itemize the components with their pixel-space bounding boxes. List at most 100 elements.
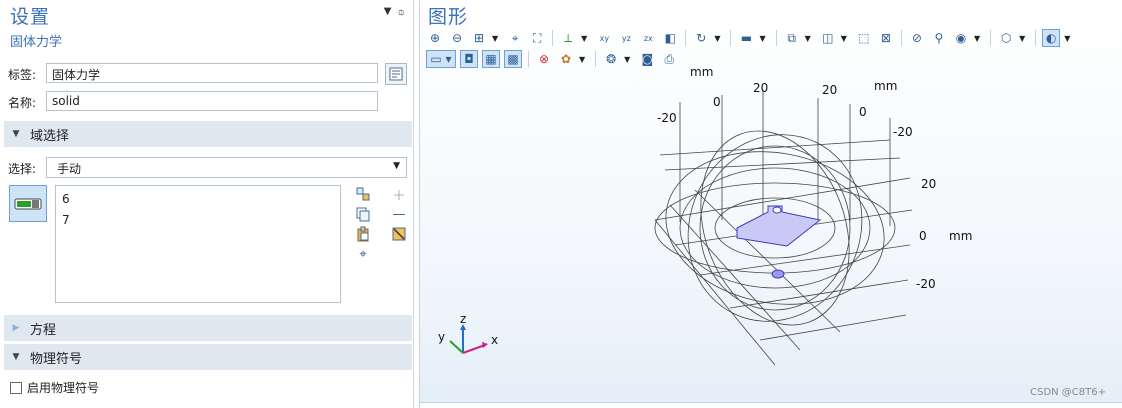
clear-selection-icon[interactable]: [390, 225, 408, 243]
collapse-icon: ▼: [12, 352, 20, 362]
rotate-icon[interactable]: ↻: [692, 29, 710, 47]
select-objects-icon[interactable]: ⧉: [783, 29, 801, 47]
graphics-panel: 图形 ⊕ ⊖ ⊞ ▼ ⌖ ⛶ ⟂ ▼ xy yz zx ◧ ↻ ▼ ▬ ▼ ⧉ ▼ ◫ ▼ …: [419, 0, 1122, 408]
light-icon[interactable]: ◐: [1042, 29, 1061, 47]
axis-unit-label: mm: [949, 229, 972, 243]
list-item[interactable]: 7: [62, 210, 334, 231]
watermark: CSDN @C8T6+: [1030, 387, 1106, 398]
axis-unit-label: mm: [874, 79, 897, 93]
section-domain-selection[interactable]: ▼ 域选择: [4, 121, 412, 147]
zx-view-icon[interactable]: zx: [639, 29, 657, 47]
active-toggle-button[interactable]: [9, 185, 47, 222]
copy-selection-icon[interactable]: [354, 185, 372, 203]
select-box-icon[interactable]: ⬚: [855, 29, 873, 47]
selected-domain-hole: [772, 206, 782, 214]
triad-x-label: x: [491, 333, 498, 347]
chevron-down-icon[interactable]: ▼: [714, 34, 720, 43]
list-item[interactable]: 6: [62, 189, 334, 210]
axis-unit-label: mm: [690, 65, 713, 79]
chevron-down-icon[interactable]: ▼: [841, 34, 847, 43]
eye-icon[interactable]: ◉: [952, 29, 970, 47]
tick-label: -20: [657, 111, 677, 125]
settings-panel: 设置 ▼ ⯐ 固体力学 标签: 固体力学 名称: solid ▼ 域选择 选择:…: [0, 0, 414, 408]
collapse-icon: ▼: [12, 129, 20, 139]
xy-view-icon[interactable]: xy: [595, 29, 613, 47]
chevron-down-icon[interactable]: ▼: [581, 34, 587, 43]
select-caption: 选择:: [8, 162, 37, 176]
coordinate-triad: z x y: [438, 312, 498, 354]
selected-domain-marker[interactable]: [771, 269, 785, 279]
remove-icon[interactable]: —: [390, 205, 408, 223]
duplicate-icon[interactable]: [354, 205, 372, 223]
zoom-to-selection-icon[interactable]: ⌖: [354, 245, 372, 263]
section-physics-symbols[interactable]: ▼ 物理符号: [4, 344, 412, 370]
notes-button[interactable]: [385, 63, 407, 85]
section-title: 物理符号: [30, 351, 83, 367]
select-domain-icon[interactable]: ◫: [819, 29, 837, 47]
add-icon[interactable]: ＋: [390, 185, 408, 204]
chevron-down-icon: ▼: [393, 161, 400, 171]
hide-icon[interactable]: ⊘: [908, 29, 926, 47]
show-icon[interactable]: ⚲: [930, 29, 948, 47]
chevron-down-icon[interactable]: ▼: [1064, 34, 1070, 43]
separator: [685, 30, 687, 46]
notes-icon: [389, 67, 403, 81]
settings-title: 设置: [10, 6, 51, 28]
tick-label: -20: [916, 277, 936, 291]
tick-label: 20: [753, 81, 768, 95]
enable-physics-symbols-checkbox[interactable]: [10, 381, 22, 394]
camera-view-icon[interactable]: ◧: [661, 29, 679, 47]
separator: [552, 30, 554, 46]
name-caption: 名称:: [8, 96, 37, 110]
tick-label: 20: [822, 83, 837, 97]
tick-label: 0: [859, 105, 867, 119]
zoom-out-icon[interactable]: ⊖: [448, 29, 466, 47]
expand-icon: ▶: [12, 323, 20, 333]
pin-icon[interactable]: ⯐: [398, 6, 406, 23]
tick-label: 0: [919, 229, 927, 243]
domain-list[interactable]: 6 7: [55, 185, 341, 303]
label-field[interactable]: 固体力学: [46, 63, 378, 83]
graphics-toolbar-row-1: ⊕ ⊖ ⊞ ▼ ⌖ ⛶ ⟂ ▼ xy yz zx ◧ ↻ ▼ ▬ ▼ ⧉ ▼ ◫ ▼ ⬚ ⊠…: [426, 28, 1078, 48]
wireframe-icon[interactable]: ⬡: [997, 29, 1015, 47]
separator: [730, 30, 732, 46]
tick-label: -20: [893, 125, 913, 139]
selection-dropdown[interactable]: 手动 ▼: [46, 157, 407, 178]
triad-z-label: z: [460, 312, 466, 326]
panel-bottom-edge: [420, 402, 1122, 408]
separator: [900, 30, 902, 46]
separator: [1035, 30, 1037, 46]
chevron-down-icon[interactable]: ▼: [1019, 34, 1025, 43]
section-title: 方程: [30, 322, 57, 338]
panel-menu-icon[interactable]: ▼: [384, 6, 392, 23]
chevron-down-icon[interactable]: ▼: [805, 34, 811, 43]
axes-view-icon[interactable]: ⟂: [559, 29, 577, 47]
tick-label: 0: [713, 95, 721, 109]
enable-physics-symbols-row[interactable]: 启用物理符号: [10, 379, 99, 396]
separator: [775, 30, 777, 46]
label-caption: 标签:: [8, 68, 37, 82]
selection-value: 手动: [57, 162, 82, 176]
select-boundary-icon[interactable]: ▬: [737, 29, 755, 47]
chevron-down-icon[interactable]: ▼: [759, 34, 765, 43]
chevron-down-icon[interactable]: ▼: [492, 34, 498, 43]
clear-selection-icon[interactable]: ⊠: [877, 29, 895, 47]
tick-label: 20: [921, 177, 936, 191]
chevron-down-icon[interactable]: ▼: [974, 34, 980, 43]
yz-view-icon[interactable]: yz: [617, 29, 635, 47]
paste-icon[interactable]: [354, 225, 372, 243]
section-equation[interactable]: ▶ 方程: [4, 315, 412, 341]
center-icon[interactable]: ⌖: [506, 29, 524, 47]
checkbox-label: 启用物理符号: [27, 381, 100, 395]
panel-controls: ▼ ⯐: [384, 6, 405, 23]
section-title: 域选择: [30, 128, 70, 144]
graphics-title: 图形: [428, 6, 469, 28]
zoom-extents-icon[interactable]: ⛶: [528, 29, 546, 47]
name-field[interactable]: solid: [46, 91, 378, 111]
zoom-in-icon[interactable]: ⊕: [426, 29, 444, 47]
toggle-icon: [14, 198, 42, 209]
graphics-canvas[interactable]: mm -20 0 20 mm 20 0 -20 20 0 mm -20 z x …: [420, 60, 1122, 400]
settings-subtitle: 固体力学: [10, 35, 63, 50]
zoom-box-icon[interactable]: ⊞: [470, 29, 488, 47]
triad-y-label: y: [438, 330, 445, 344]
